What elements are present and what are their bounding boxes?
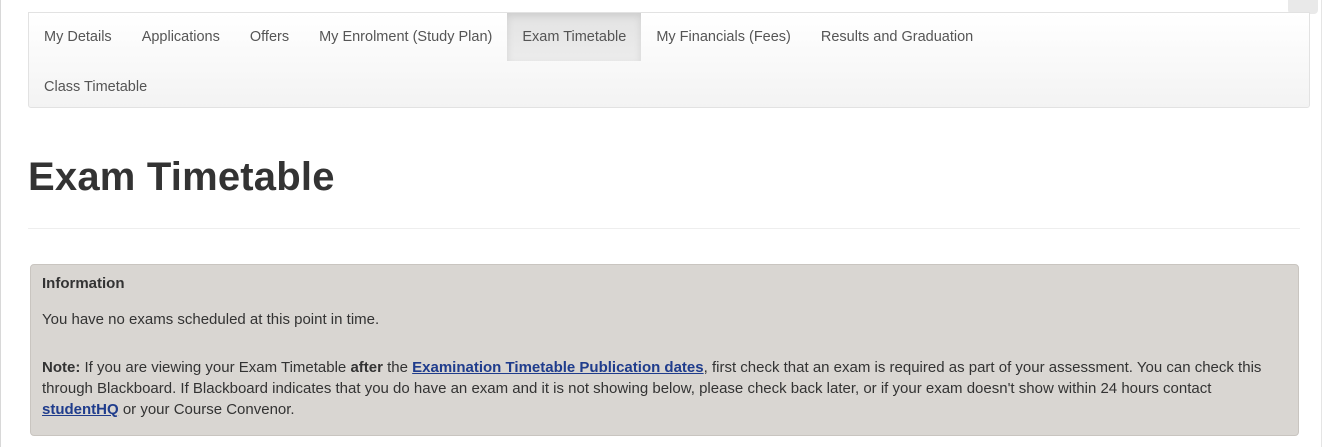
nav-offers[interactable]: Offers (235, 13, 304, 61)
nav-class-timetable[interactable]: Class Timetable (29, 63, 162, 111)
nav-my-details[interactable]: My Details (29, 13, 127, 61)
nav-my-enrolment[interactable]: My Enrolment (Study Plan) (304, 13, 507, 61)
nav-applications[interactable]: Applications (127, 13, 235, 61)
navbar-row-1: My Details Applications Offers My Enrolm… (29, 13, 988, 61)
title-divider (28, 228, 1300, 229)
publication-dates-link[interactable]: Examination Timetable Publication dates (412, 359, 703, 376)
note-text-4: or your Course Convenor. (118, 401, 295, 418)
main-navbar: My Details Applications Offers My Enrolm… (28, 12, 1310, 108)
navbar-row-2: Class Timetable (29, 63, 162, 111)
note-text-2: the (382, 359, 413, 376)
note-label: Note: (42, 359, 81, 376)
note-text-1: If you are viewing your Exam Timetable (80, 359, 351, 376)
information-panel: Information You have no exams scheduled … (30, 264, 1299, 436)
nav-my-financials[interactable]: My Financials (Fees) (641, 13, 806, 61)
studenthq-link[interactable]: studentHQ (42, 401, 119, 418)
nav-exam-timetable[interactable]: Exam Timetable (507, 13, 642, 61)
no-exams-message: You have no exams scheduled at this poin… (42, 311, 380, 328)
page-title: Exam Timetable (28, 155, 335, 199)
information-heading: Information (42, 275, 125, 292)
note-paragraph: Note: If you are viewing your Exam Timet… (42, 357, 1282, 420)
note-after-emphasis: after (350, 359, 383, 376)
nav-results-graduation[interactable]: Results and Graduation (806, 13, 988, 61)
